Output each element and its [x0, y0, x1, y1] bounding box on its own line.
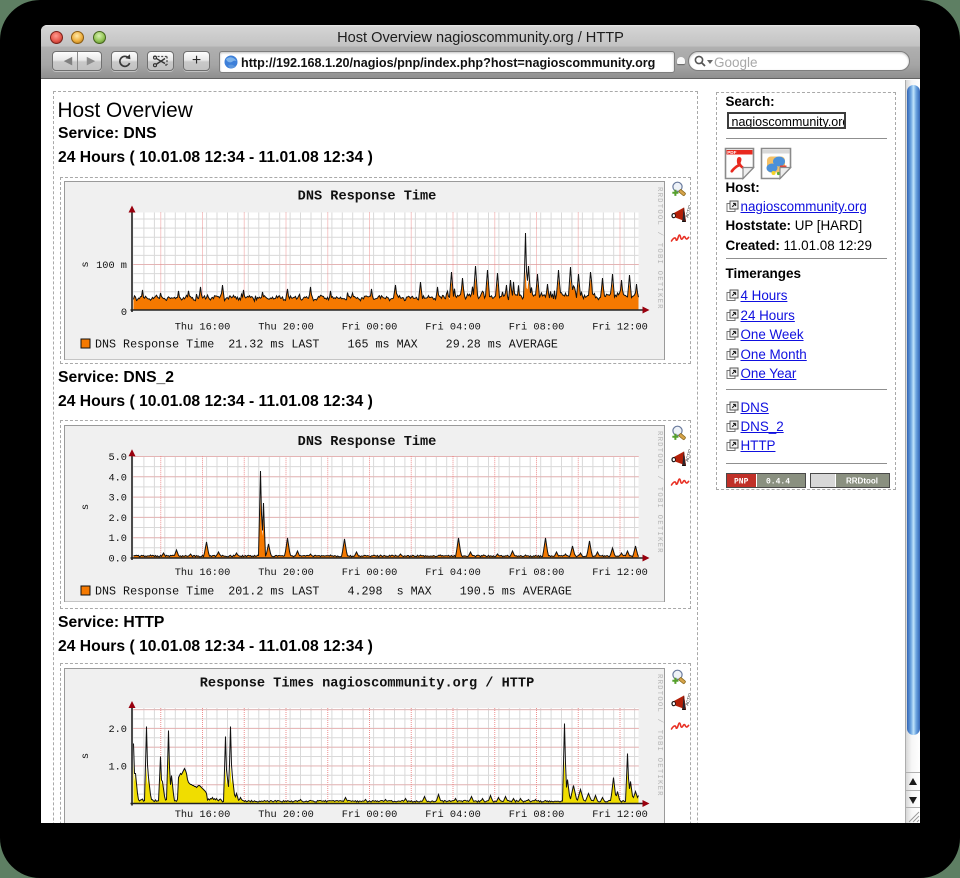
svg-text:ACTION: ACTION — [684, 205, 690, 218]
svg-text:RRDtool: RRDtool — [846, 476, 878, 485]
svg-text:Fri 04:00: Fri 04:00 — [425, 321, 481, 333]
svg-text:Thu 16:00: Thu 16:00 — [174, 567, 230, 579]
svg-text:Fri 08:00: Fri 08:00 — [508, 809, 564, 821]
svg-text:Fri 04:00: Fri 04:00 — [425, 809, 481, 821]
svg-text:0.0: 0.0 — [108, 553, 127, 565]
svg-text:Thu 16:00: Thu 16:00 — [174, 321, 230, 333]
svg-text:Fri 12:00: Fri 12:00 — [592, 567, 648, 579]
svg-text:2.0: 2.0 — [108, 724, 127, 736]
svg-text:ACTION: ACTION — [684, 693, 690, 706]
svg-text:DNS Response Time 21.32 ms LA: DNS Response Time 21.32 ms LAST 165 ms M… — [95, 337, 558, 351]
svg-text:DNS Response Time: DNS Response Time — [297, 189, 436, 204]
svg-text:Thu 20:00: Thu 20:00 — [258, 321, 314, 333]
svg-text:2.0: 2.0 — [108, 512, 127, 524]
svg-text:0.4.4: 0.4.4 — [766, 477, 790, 486]
svg-text:100 m: 100 m — [96, 260, 127, 272]
svg-text:Fri 00:00: Fri 00:00 — [341, 809, 397, 821]
svg-text:RRDTOOL / TOBI OETIKER: RRDTOOL / TOBI OETIKER — [655, 674, 663, 797]
svg-text:0: 0 — [120, 307, 126, 319]
svg-text:1.0: 1.0 — [108, 533, 127, 545]
svg-text:ACTION: ACTION — [684, 449, 690, 462]
svg-text:3.0: 3.0 — [108, 492, 127, 504]
svg-text:DNS Response Time: DNS Response Time — [297, 435, 436, 450]
svg-text:4.0: 4.0 — [108, 472, 127, 484]
svg-text:s: s — [80, 503, 92, 509]
svg-text:Thu 16:00: Thu 16:00 — [174, 809, 230, 821]
svg-text:Fri 00:00: Fri 00:00 — [341, 321, 397, 333]
svg-text:1.0: 1.0 — [108, 762, 127, 774]
svg-text:DNS Response Time 201.2 ms LA: DNS Response Time 201.2 ms LAST 4.298 s … — [95, 584, 572, 598]
svg-text:5.0: 5.0 — [108, 452, 127, 464]
svg-text:Fri 12:00: Fri 12:00 — [592, 809, 648, 821]
svg-text:Fri 04:00: Fri 04:00 — [425, 567, 481, 579]
svg-text:Fri 08:00: Fri 08:00 — [508, 321, 564, 333]
svg-text:Fri 08:00: Fri 08:00 — [508, 567, 564, 579]
svg-text:PNP: PNP — [734, 477, 749, 486]
svg-text:Response Times nagioscommunity: Response Times nagioscommunity.org / HTT… — [199, 676, 533, 691]
svg-text:Thu 20:00: Thu 20:00 — [258, 567, 314, 579]
svg-text:Fri 12:00: Fri 12:00 — [592, 321, 648, 333]
svg-text:RRDTOOL / TOBI OETIKER: RRDTOOL / TOBI OETIKER — [655, 431, 663, 554]
svg-text:s: s — [80, 753, 92, 759]
svg-text:s: s — [80, 261, 92, 267]
svg-text:Thu 20:00: Thu 20:00 — [258, 809, 314, 821]
svg-text:Fri 00:00: Fri 00:00 — [341, 567, 397, 579]
svg-text:RRDTOOL / TOBI OETIKER: RRDTOOL / TOBI OETIKER — [655, 187, 663, 310]
svg-text:PDF: PDF — [727, 150, 736, 155]
